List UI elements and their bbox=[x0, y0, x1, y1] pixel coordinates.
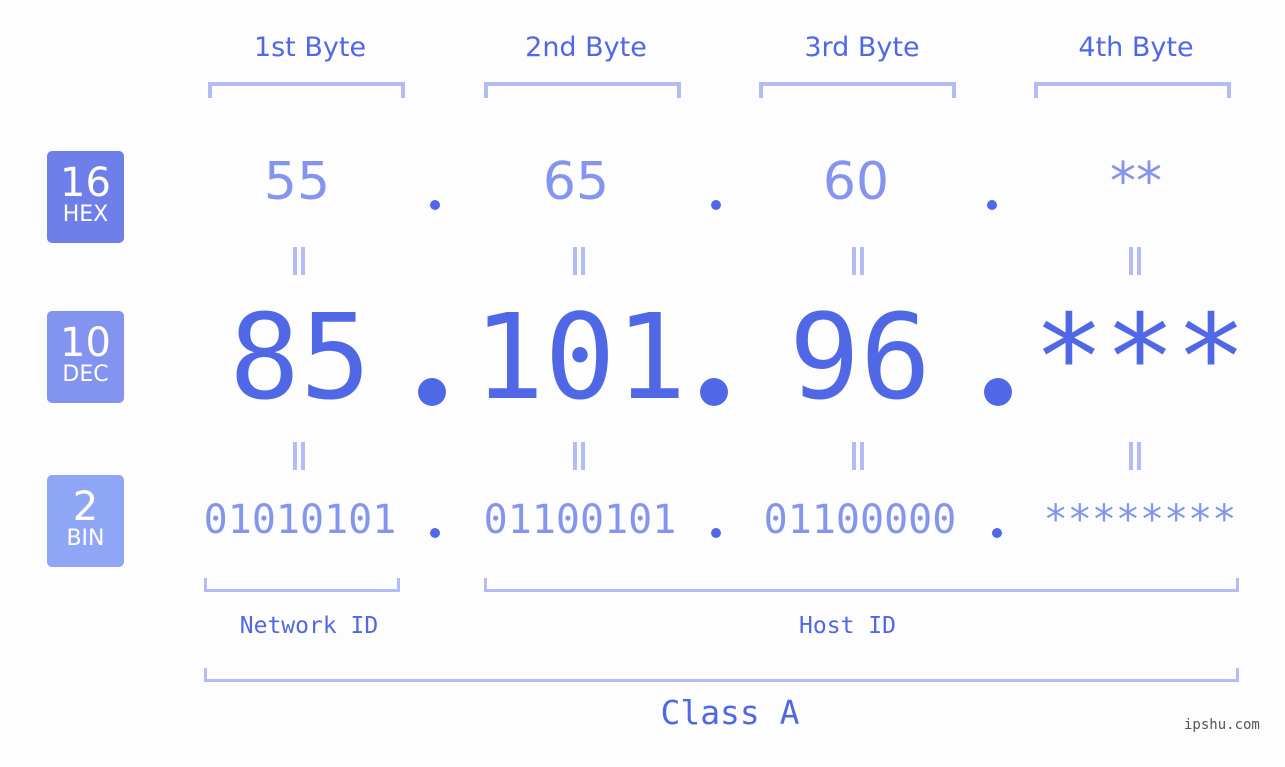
equals-marker bbox=[1129, 247, 1141, 275]
watermark: ipshu.com bbox=[1184, 717, 1260, 733]
bin-byte-3: 01100000 bbox=[763, 497, 957, 543]
bin-badge: 2 BIN bbox=[47, 475, 124, 567]
dec-badge-number: 10 bbox=[60, 320, 111, 366]
bin-separator-dot bbox=[430, 528, 440, 538]
dec-separator-dot bbox=[418, 378, 446, 406]
hex-byte-4: ** bbox=[1110, 152, 1162, 212]
dec-byte-2: 101 bbox=[473, 288, 687, 426]
dec-separator-dot bbox=[984, 378, 1012, 406]
bin-badge-label: BIN bbox=[66, 526, 105, 551]
dec-badge-label: DEC bbox=[62, 362, 109, 387]
byte-header-1: 1st Byte bbox=[253, 32, 367, 63]
host-id-bracket bbox=[484, 578, 1239, 592]
equals-marker bbox=[1129, 442, 1141, 470]
class-label: Class A bbox=[660, 693, 800, 732]
byte-header-2: 2nd Byte bbox=[525, 32, 647, 63]
byte-bracket-1 bbox=[208, 82, 405, 98]
hex-badge: 16 HEX bbox=[47, 151, 124, 243]
bin-separator-dot bbox=[711, 528, 721, 538]
equals-marker bbox=[852, 442, 864, 470]
bin-byte-4: ******** bbox=[1043, 497, 1237, 543]
byte-bracket-3 bbox=[759, 82, 956, 98]
dec-byte-4: *** bbox=[1033, 288, 1247, 426]
bin-byte-2: 01100101 bbox=[483, 497, 677, 543]
hex-separator-dot bbox=[711, 200, 721, 210]
byte-bracket-4 bbox=[1034, 82, 1231, 98]
equals-marker bbox=[293, 442, 305, 470]
hex-badge-label: HEX bbox=[62, 202, 109, 227]
equals-marker bbox=[573, 247, 585, 275]
host-id-label: Host ID bbox=[799, 613, 896, 639]
dec-badge: 10 DEC bbox=[47, 311, 124, 403]
dec-byte-3: 96 bbox=[788, 288, 932, 426]
equals-marker bbox=[573, 442, 585, 470]
hex-badge-number: 16 bbox=[60, 160, 111, 206]
byte-header-4: 4th Byte bbox=[1078, 32, 1194, 63]
bin-separator-dot bbox=[992, 528, 1002, 538]
dec-separator-dot bbox=[700, 378, 728, 406]
byte-bracket-2 bbox=[484, 82, 681, 98]
hex-separator-dot bbox=[987, 200, 997, 210]
hex-byte-1: 55 bbox=[263, 152, 331, 212]
hex-separator-dot bbox=[430, 200, 440, 210]
byte-header-3: 3rd Byte bbox=[804, 32, 920, 63]
equals-marker bbox=[852, 247, 864, 275]
equals-marker bbox=[293, 247, 305, 275]
bin-byte-1: 01010101 bbox=[203, 497, 397, 543]
dec-byte-1: 85 bbox=[228, 288, 372, 426]
network-id-label: Network ID bbox=[239, 613, 379, 639]
hex-byte-3: 60 bbox=[822, 152, 890, 212]
class-bracket bbox=[204, 668, 1239, 682]
bin-badge-number: 2 bbox=[72, 484, 99, 530]
network-id-bracket bbox=[204, 578, 400, 592]
hex-byte-2: 65 bbox=[542, 152, 610, 212]
